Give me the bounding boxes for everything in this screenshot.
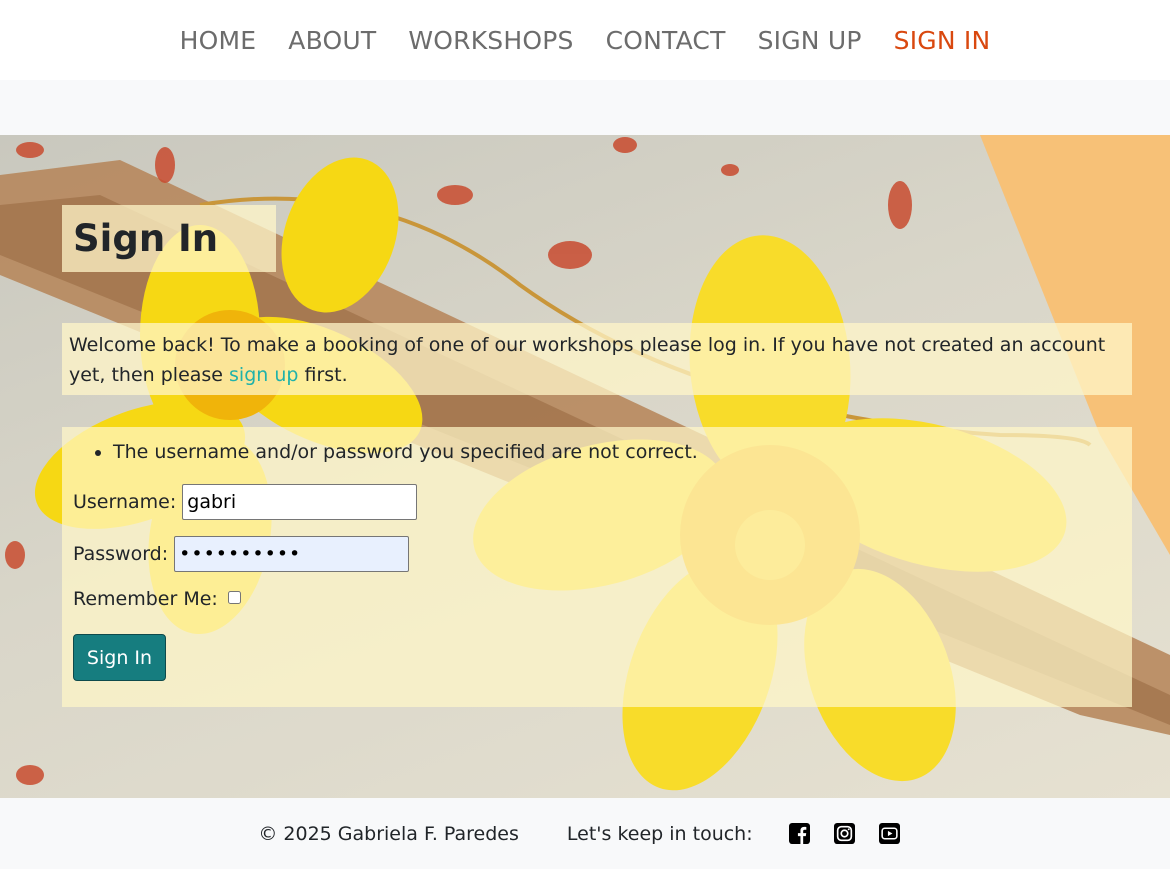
copyright-text: © 2025 Gabriela F. Paredes <box>258 822 519 845</box>
password-label: Password: <box>73 543 169 565</box>
welcome-text-end: first. <box>298 364 348 386</box>
username-label: Username: <box>73 491 177 513</box>
instagram-icon[interactable] <box>833 823 855 844</box>
nav-contact[interactable]: CONTACT <box>606 26 726 55</box>
hero-section: Sign In Welcome back! To make a booking … <box>0 135 1170 798</box>
nav-about[interactable]: ABOUT <box>288 26 376 55</box>
error-message: The username and/or password you specifi… <box>113 437 1121 468</box>
username-row: Username: <box>73 484 1121 520</box>
facebook-icon[interactable] <box>788 823 810 844</box>
sign-in-form: The username and/or password you specifi… <box>62 427 1132 707</box>
youtube-icon[interactable] <box>878 823 900 844</box>
username-field[interactable] <box>182 484 418 520</box>
password-row: Password: <box>73 536 1121 572</box>
sign-in-button[interactable]: Sign In <box>73 634 166 681</box>
nav-sign-up[interactable]: SIGN UP <box>758 26 862 55</box>
page-title-panel: Sign In <box>62 205 276 272</box>
remember-me-label: Remember Me: <box>73 588 218 610</box>
error-list: The username and/or password you specifi… <box>73 437 1121 468</box>
welcome-text: Welcome back! To make a booking of one o… <box>69 334 1106 386</box>
page-title: Sign In <box>73 217 219 260</box>
password-field[interactable] <box>174 536 410 572</box>
remember-me-checkbox[interactable] <box>227 590 241 604</box>
sign-up-link[interactable]: sign up <box>229 364 298 386</box>
nav-home[interactable]: HOME <box>180 26 257 55</box>
remember-row: Remember Me: <box>73 588 1121 610</box>
welcome-message: Welcome back! To make a booking of one o… <box>62 323 1132 395</box>
nav-sign-in[interactable]: SIGN IN <box>894 26 991 55</box>
keep-in-touch-text: Let's keep in touch: <box>566 822 753 845</box>
top-navbar: HOME ABOUT WORKSHOPS CONTACT SIGN UP SIG… <box>0 0 1170 80</box>
nav-workshops[interactable]: WORKSHOPS <box>408 26 573 55</box>
footer: © 2025 Gabriela F. Paredes Let's keep in… <box>0 798 1170 869</box>
